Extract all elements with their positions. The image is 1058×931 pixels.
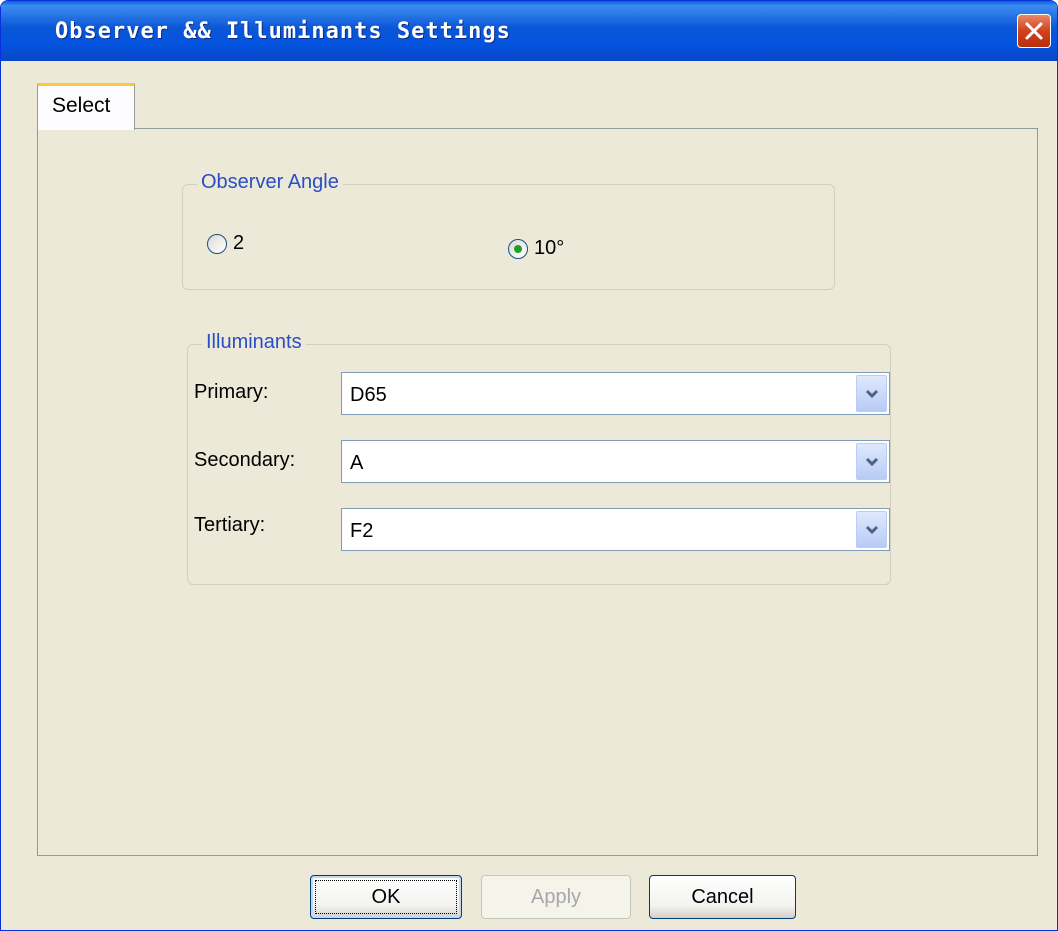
radio-observer-10[interactable]: 10° (508, 237, 564, 260)
radio-circle-10 (508, 238, 528, 259)
chevron-down-icon (865, 525, 879, 535)
title-bar[interactable]: Observer && Illuminants Settings (1, 1, 1057, 61)
tertiary-dropdown-button[interactable] (856, 511, 887, 548)
primary-dropdown[interactable]: D65 (341, 372, 890, 415)
radio-observer-2-label: 2 (233, 232, 245, 254)
illuminants-group: Illuminants Primary: D65 Secondary: A Te… (187, 331, 891, 585)
close-button[interactable] (1017, 14, 1051, 48)
chevron-down-icon (865, 457, 879, 467)
primary-dropdown-button[interactable] (856, 375, 887, 412)
radio-circle-2 (207, 233, 227, 254)
observer-angle-group: Observer Angle 2 10° (182, 171, 835, 290)
tab-select-label: Select (52, 94, 111, 117)
close-icon (1025, 22, 1043, 40)
chevron-down-icon (865, 389, 879, 399)
ok-button[interactable]: OK (310, 875, 462, 919)
tertiary-label: Tertiary: (194, 514, 266, 536)
tertiary-dropdown[interactable]: F2 (341, 508, 890, 551)
settings-dialog: Observer && Illuminants Settings Select … (0, 0, 1058, 931)
secondary-label: Secondary: (194, 449, 296, 471)
window-title: Observer && Illuminants Settings (55, 19, 511, 44)
tab-select[interactable]: Select (37, 83, 135, 130)
radio-observer-10-label: 10° (534, 237, 565, 259)
cancel-button[interactable]: Cancel (649, 875, 796, 919)
radio-observer-2[interactable]: 2 (207, 232, 244, 255)
illuminants-title: Illuminants (202, 331, 306, 354)
primary-label: Primary: (194, 381, 269, 403)
tab-panel-select: Observer Angle 2 10° Illuminants Primary… (37, 128, 1038, 856)
tertiary-value: F2 (350, 520, 374, 542)
apply-button[interactable]: Apply (481, 875, 631, 919)
secondary-dropdown-button[interactable] (856, 443, 887, 480)
observer-angle-title: Observer Angle (197, 171, 343, 194)
primary-value: D65 (350, 384, 387, 406)
secondary-value: A (350, 452, 364, 474)
secondary-dropdown[interactable]: A (341, 440, 890, 483)
